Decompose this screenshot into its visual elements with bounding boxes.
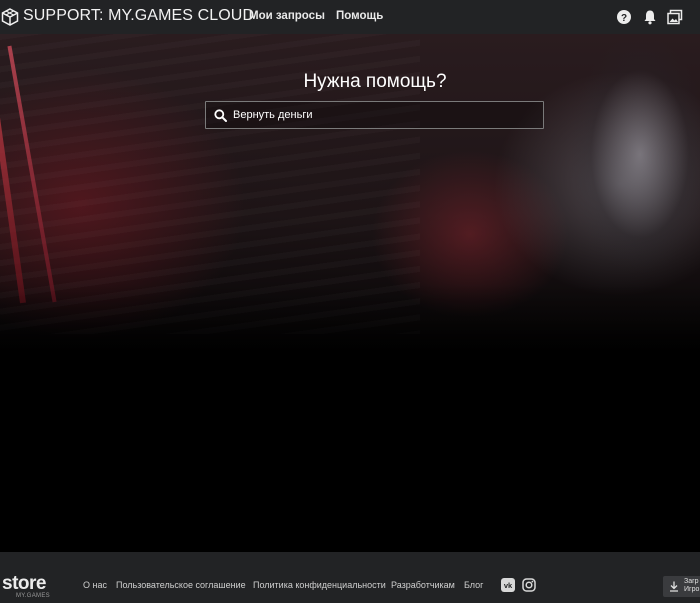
footer-link-developers[interactable]: Разработчикам xyxy=(391,580,455,590)
top-header: SUPPORT: MY.GAMES CLOUD Мои запросы Помо… xyxy=(0,0,700,34)
footer: store MY.GAMES О нас Пользовательское со… xyxy=(0,552,700,603)
footer-link-user-agreement[interactable]: Пользовательское соглашение xyxy=(116,580,246,590)
help-circle-icon[interactable]: ? xyxy=(616,9,632,25)
footer-link-blog[interactable]: Блог xyxy=(464,580,483,590)
download-icon xyxy=(670,581,678,592)
search-box[interactable] xyxy=(205,101,544,129)
svg-text:vk: vk xyxy=(504,581,513,590)
download-label-line1: Загр xyxy=(684,578,699,585)
download-label-line2: Игро xyxy=(684,586,700,593)
instagram-icon[interactable] xyxy=(522,578,536,592)
page-title: Нужна помощь? xyxy=(303,71,447,92)
gallery-icon[interactable] xyxy=(667,9,683,25)
nav-help[interactable]: Помощь xyxy=(336,10,383,22)
store-logo-sub: MY.GAMES xyxy=(16,593,50,599)
download-launcher-button[interactable]: Загр Игро xyxy=(663,576,700,597)
search-icon[interactable] xyxy=(214,109,227,122)
vk-icon[interactable]: vk xyxy=(501,578,515,592)
footer-link-about[interactable]: О нас xyxy=(83,580,107,590)
hero-banner: Нужна помощь? xyxy=(0,34,700,552)
footer-link-privacy-policy[interactable]: Политика конфиденциальности xyxy=(253,580,386,590)
download-label: Загр Игро xyxy=(684,578,699,594)
brand-title[interactable]: SUPPORT: MY.GAMES CLOUD xyxy=(23,7,254,25)
store-logo-word: store xyxy=(2,573,46,594)
svg-text:?: ? xyxy=(621,13,627,24)
cube-logo-icon[interactable] xyxy=(1,8,19,26)
search-input[interactable] xyxy=(233,106,533,124)
nav-my-requests[interactable]: Мои запросы xyxy=(249,10,325,22)
hero-fade xyxy=(0,284,700,394)
notification-bell-icon[interactable] xyxy=(642,9,658,25)
store-logo[interactable]: store MY.GAMES xyxy=(2,574,62,602)
